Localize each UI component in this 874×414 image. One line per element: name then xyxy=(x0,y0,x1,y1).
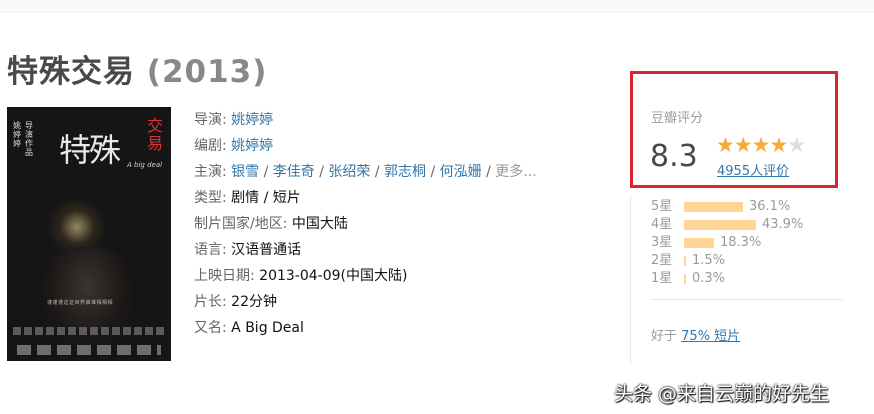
cast-separator: / xyxy=(481,164,496,180)
rating-row-pct: 0.3% xyxy=(692,271,726,286)
rating-label: 豆瓣评分 xyxy=(651,111,704,126)
rating-row-stars: 5星 xyxy=(651,199,673,214)
rating-row-stars: 2星 xyxy=(651,253,673,268)
rating-row-pct: 43.9% xyxy=(762,217,804,232)
cast-separator: / xyxy=(370,164,385,180)
director-label: 导演: xyxy=(194,112,227,128)
cast-link[interactable]: 银雪 xyxy=(231,164,259,180)
release-value: 2013-04-09(中国大陆) xyxy=(259,268,408,284)
rating-distribution: 5星 36.1% 4星 43.9% 3星 18.3% 2星 1.5% 1星 0.3% xyxy=(651,198,803,288)
info-runtime: 片长: 22分钟 xyxy=(194,289,537,315)
cast-link[interactable]: 李佳奇 xyxy=(273,164,315,180)
info-director: 导演: 姚婷婷 xyxy=(194,107,537,133)
rating-bar xyxy=(684,201,743,212)
language-label: 语言: xyxy=(194,242,227,258)
rating-row: 5星 36.1% xyxy=(651,198,803,216)
poster-director-name: 姚婷婷 xyxy=(13,121,21,148)
rating-bar xyxy=(684,255,686,266)
top-strip xyxy=(0,0,874,13)
movie-year: (2013) xyxy=(146,54,268,90)
cast-link[interactable]: 张绍荣 xyxy=(328,164,370,180)
poster-subtitle: A big deal xyxy=(127,161,163,169)
runtime-label: 片长: xyxy=(194,294,227,310)
cast-more-link[interactable]: 更多... xyxy=(495,164,536,180)
info-genre: 类型: 剧情 / 短片 xyxy=(194,185,537,211)
column-divider xyxy=(630,195,631,365)
poster-director-work: 导演作品 xyxy=(25,121,33,157)
cast-separator: / xyxy=(259,164,273,180)
section-divider xyxy=(651,299,843,300)
rating-score: 8.3 xyxy=(650,139,698,174)
country-value: 中国大陆 xyxy=(291,216,348,232)
star-filled-icon: ★★★★ xyxy=(716,133,788,157)
poster-title: 特殊 xyxy=(59,131,121,169)
rating-row: 3星 18.3% xyxy=(651,234,803,252)
genre-label: 类型: xyxy=(194,190,227,206)
cast-link[interactable]: 何泓姗 xyxy=(440,164,482,180)
rating-row: 4星 43.9% xyxy=(651,216,803,234)
poster-tagline: 谨谨谨这这世界谁谁相相相 xyxy=(47,300,114,306)
country-label: 制片国家/地区: xyxy=(194,216,288,232)
language-value: 汉语普通话 xyxy=(231,242,302,258)
rating-count-link[interactable]: 4955人评价 xyxy=(717,160,789,179)
cast-separator: / xyxy=(314,164,329,180)
rating-row-pct: 18.3% xyxy=(720,235,762,250)
director-link[interactable]: 姚婷婷 xyxy=(231,112,273,128)
movie-title: 特殊交易 xyxy=(7,54,135,90)
rating-row-pct: 36.1% xyxy=(749,199,791,214)
watermark: 头条 @来自云巅的好先生 xyxy=(614,383,830,405)
info-aka: 又名: A Big Deal xyxy=(194,315,537,341)
aka-value: A Big Deal xyxy=(231,320,304,336)
better-than: 好于 75% 短片 xyxy=(651,325,740,344)
rating-row-stars: 4星 xyxy=(651,217,673,232)
cast-link[interactable]: 郭志桐 xyxy=(384,164,426,180)
poster-title-red: 交易 xyxy=(147,116,164,153)
info-language: 语言: 汉语普通话 xyxy=(194,237,537,263)
rating-bar xyxy=(684,219,756,230)
rating-stars: ★★★★★ xyxy=(716,133,806,157)
rating-row-pct: 1.5% xyxy=(692,253,726,268)
movie-info: 导演: 姚婷婷 编剧: 姚婷婷 主演: 银雪 / 李佳奇 / 张绍荣 / 郭志桐… xyxy=(194,107,537,341)
info-release: 上映日期: 2013-04-09(中国大陆) xyxy=(194,263,537,289)
runtime-value: 22分钟 xyxy=(231,294,277,310)
genre-value: 剧情 / 短片 xyxy=(231,190,301,206)
info-writer: 编剧: 姚婷婷 xyxy=(194,133,537,159)
poster-credits xyxy=(13,327,165,335)
better-than-prefix: 好于 xyxy=(651,329,678,344)
poster-logos xyxy=(17,345,161,355)
info-cast: 主演: 银雪 / 李佳奇 / 张绍荣 / 郭志桐 / 何泓姗 / 更多... xyxy=(194,159,537,185)
star-empty-icon: ★ xyxy=(787,133,806,157)
rating-bar xyxy=(684,237,714,248)
writer-label: 编剧: xyxy=(194,138,227,154)
rating-row-stars: 1星 xyxy=(651,271,673,286)
cast-separator: / xyxy=(426,164,440,180)
rating-bar xyxy=(684,273,686,284)
rating-row-stars: 3星 xyxy=(651,235,673,250)
rating-row: 2星 1.5% xyxy=(651,252,803,270)
better-than-link[interactable]: 75% 短片 xyxy=(681,329,740,344)
info-country: 制片国家/地区: 中国大陆 xyxy=(194,211,537,237)
writer-link[interactable]: 姚婷婷 xyxy=(231,138,273,154)
aka-label: 又名: xyxy=(194,320,227,336)
cast-label: 主演: xyxy=(194,164,227,180)
release-label: 上映日期: xyxy=(194,268,255,284)
movie-poster[interactable]: 姚婷婷 导演作品 特殊 交易 A big deal 谨谨谨这这世界谁谁相相相 xyxy=(7,107,171,361)
page-title: 特殊交易 (2013) xyxy=(7,46,267,91)
rating-row: 1星 0.3% xyxy=(651,270,803,288)
